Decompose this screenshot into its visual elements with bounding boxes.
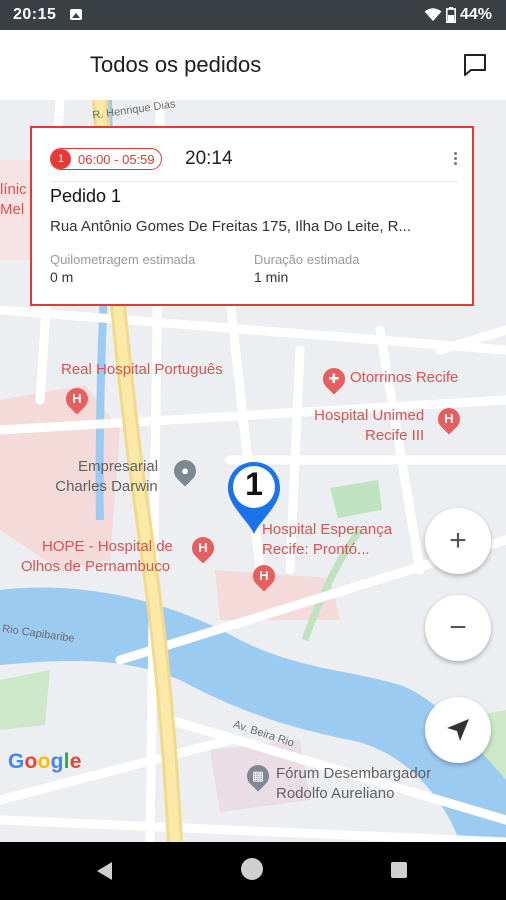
status-time: 20:15 bbox=[13, 6, 57, 23]
duration-value: 1 min bbox=[254, 269, 289, 285]
map-place-label: HOPE - Hospital de Olhos de Pernambuco bbox=[20, 538, 173, 575]
system-nav-bar bbox=[0, 842, 506, 900]
battery-icon bbox=[445, 7, 456, 23]
order-location-pin[interactable]: 1 bbox=[226, 460, 282, 536]
order-address: Rua Antônio Gomes De Freitas 175, Ilha D… bbox=[50, 218, 412, 235]
building-pin-icon: ▦ bbox=[242, 760, 274, 792]
status-bar: 20:15 44% bbox=[0, 0, 506, 30]
hospital-pin-icon: H bbox=[61, 383, 93, 415]
page-title: Todos os pedidos bbox=[90, 52, 262, 77]
zoom-out-button[interactable]: − bbox=[425, 595, 491, 661]
chat-icon[interactable] bbox=[462, 52, 488, 78]
wifi-icon bbox=[424, 8, 442, 21]
status-indicators: 44% bbox=[424, 6, 492, 24]
navigation-icon bbox=[447, 719, 469, 741]
time-window: 06:00 - 05:59 bbox=[78, 151, 155, 167]
map-place-label: Hospital Unimed Recife III bbox=[314, 407, 425, 444]
home-icon[interactable] bbox=[241, 858, 263, 880]
minus-icon: − bbox=[449, 611, 467, 644]
hospital-pin-icon: H bbox=[248, 560, 280, 592]
building-pin-icon: ● bbox=[169, 455, 201, 487]
more-vert-icon[interactable] bbox=[454, 152, 458, 167]
time-window-badge: 1 06:00 - 05:59 bbox=[50, 148, 162, 170]
recent-apps-icon[interactable] bbox=[391, 862, 407, 878]
map-place-label: Empresarial Charles Darwin bbox=[55, 458, 159, 495]
order-time: 20:14 bbox=[185, 148, 233, 169]
order-title: Pedido 1 bbox=[50, 186, 122, 206]
hospital-pin-icon: H bbox=[187, 532, 219, 564]
distance-label: Quilometragem estimada bbox=[50, 252, 196, 267]
plus-icon: + bbox=[449, 524, 467, 557]
duration-label: Duração estimada bbox=[254, 252, 360, 267]
map-place-label: Real Hospital Português bbox=[61, 361, 223, 378]
map-place-label: línic Mel bbox=[0, 181, 27, 218]
order-card[interactable]: 1 06:00 - 05:59 20:14 Pedido 1 Rua Antôn… bbox=[30, 126, 474, 306]
hospital-pin-icon: ✚ bbox=[318, 363, 350, 395]
back-icon[interactable] bbox=[97, 862, 112, 880]
hospital-pin-icon: H bbox=[433, 403, 465, 435]
pin-number: 1 bbox=[245, 466, 263, 502]
distance-value: 0 m bbox=[50, 269, 74, 285]
app-bar: Todos os pedidos bbox=[0, 30, 506, 100]
google-logo: Google bbox=[8, 750, 82, 773]
my-location-button[interactable] bbox=[425, 697, 491, 763]
map-place-label: Fórum Desembargador Rodolfo Aureliano bbox=[276, 765, 432, 802]
battery-percent: 44% bbox=[459, 6, 492, 23]
image-icon bbox=[70, 9, 82, 20]
badge-number: 1 bbox=[51, 149, 71, 169]
zoom-in-button[interactable]: + bbox=[425, 508, 491, 574]
map-place-label: Otorrinos Recife bbox=[350, 369, 459, 386]
divider bbox=[50, 181, 458, 182]
